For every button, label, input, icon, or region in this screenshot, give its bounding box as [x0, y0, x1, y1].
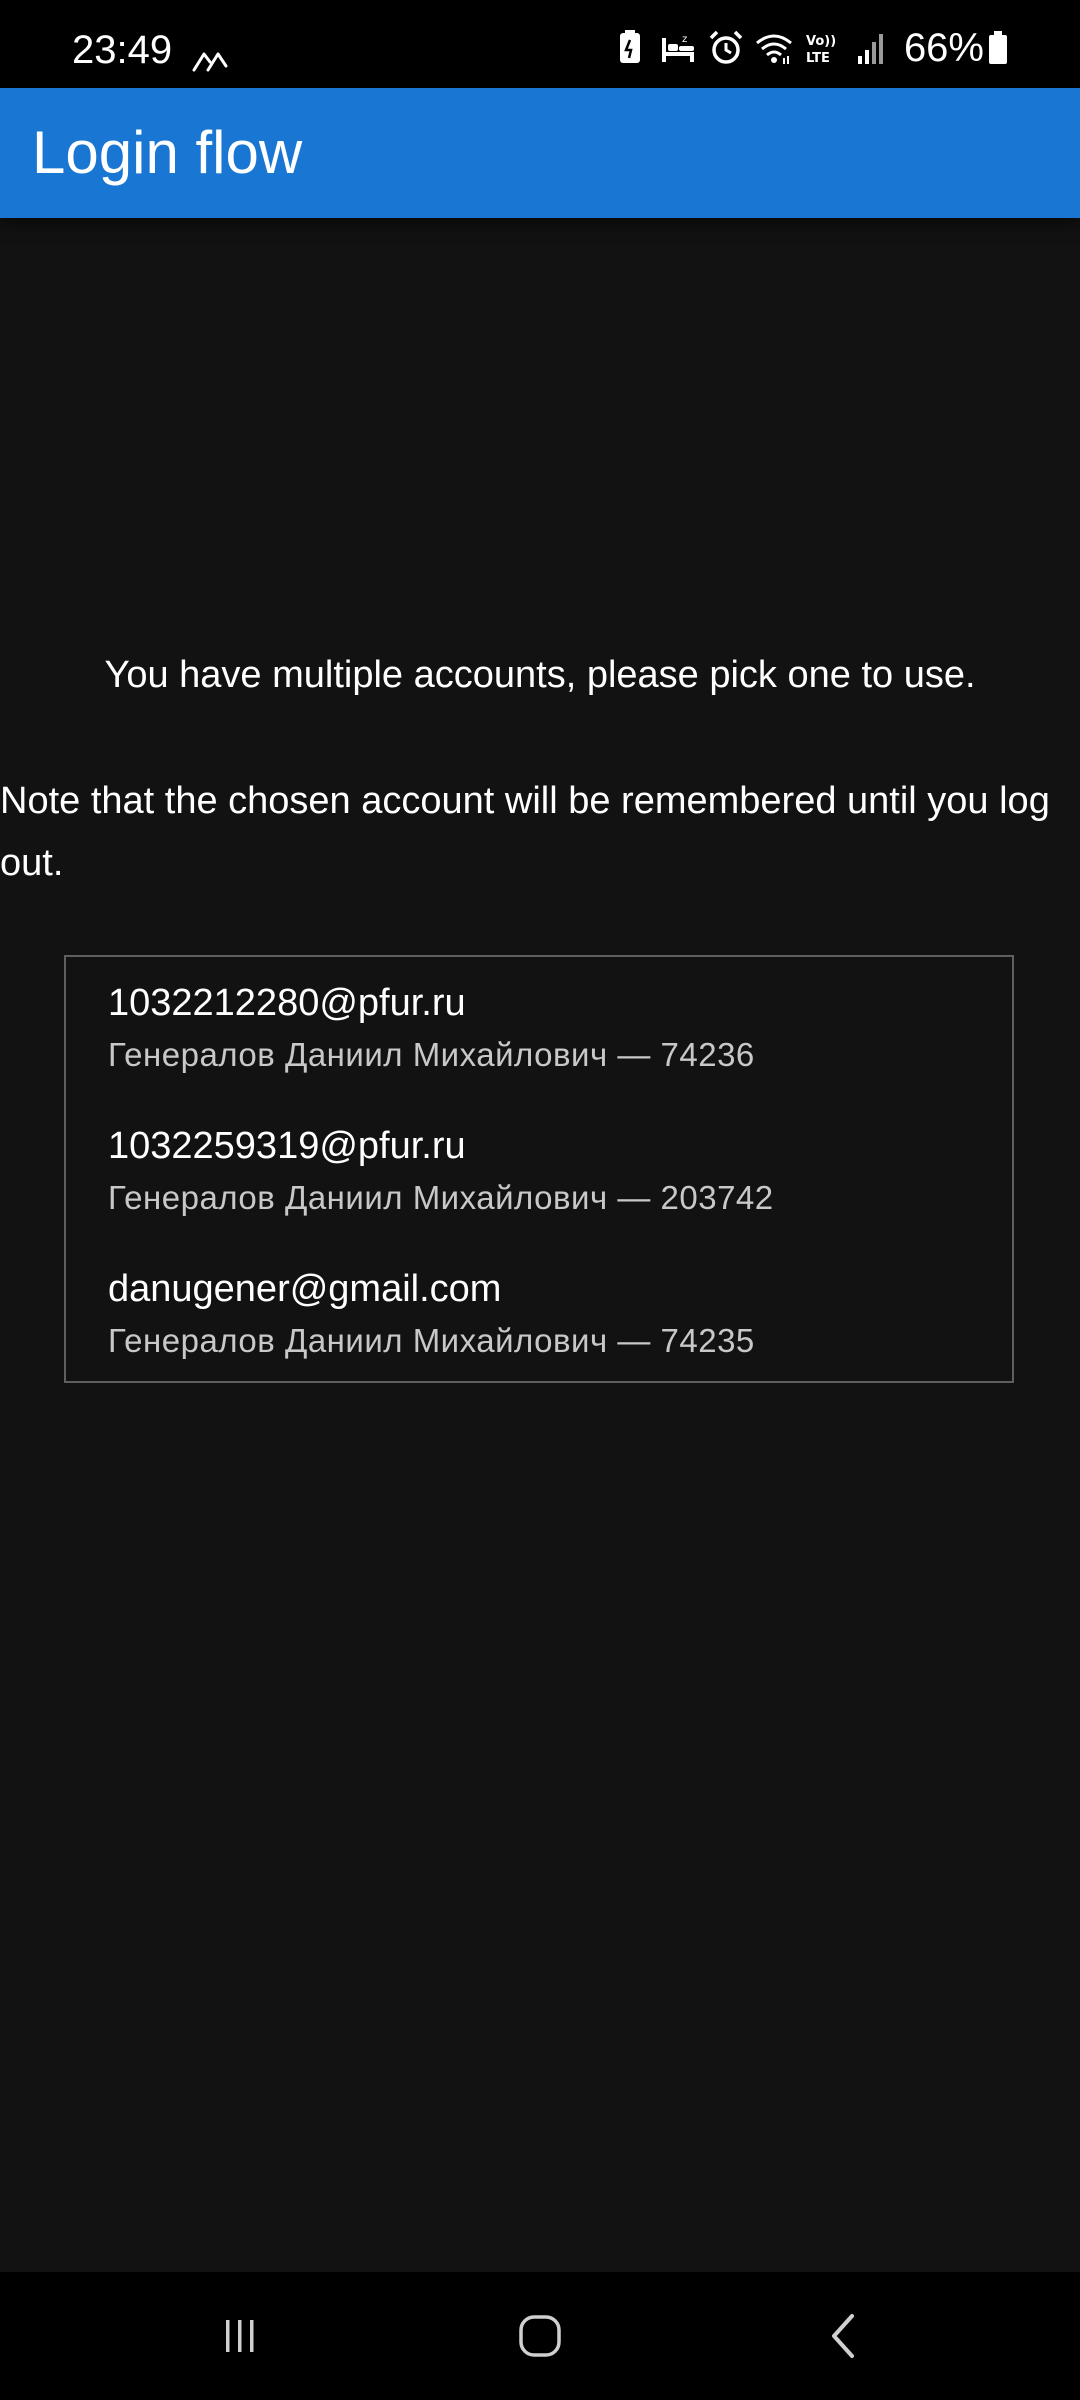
account-item-3[interactable]: danugener@gmail.com Генералов Даниил Мих… — [108, 1265, 968, 1363]
home-icon — [519, 2315, 561, 2357]
status-time: 23:49 — [72, 28, 173, 72]
sleep-mode-icon: z — [661, 34, 694, 62]
account-email: 1032212280@pfur.ru — [108, 982, 466, 1024]
wifi-icon — [755, 34, 792, 64]
account-detail: Генералов Даниил Михайлович — 74235 — [108, 1322, 755, 1359]
status-bar: 23:49 z Vo)) LTE 66% — [0, 0, 1080, 88]
battery-icon — [989, 31, 1007, 64]
battery-percent: 66% — [903, 26, 984, 70]
account-list: 1032212280@pfur.ru Генералов Даниил Миха… — [64, 955, 1014, 1383]
alarm-icon — [709, 30, 743, 64]
account-prompt: You have multiple accounts, please pick … — [104, 654, 976, 696]
account-item-2[interactable]: 1032259319@pfur.ru Генералов Даниил Миха… — [108, 1122, 968, 1220]
app-title: Login flow — [32, 119, 303, 186]
signal-arc-icon — [192, 52, 228, 72]
battery-saver-icon — [619, 30, 640, 63]
recent-apps-button[interactable] — [200, 2302, 280, 2370]
cell-signal-icon — [857, 34, 883, 64]
status-icons: z Vo)) LTE 66% — [602, 26, 1008, 70]
svg-text:Vo)): Vo)) — [806, 34, 836, 49]
account-email: danugener@gmail.com — [108, 1268, 502, 1310]
account-email: 1032259319@pfur.ru — [108, 1125, 466, 1167]
home-button[interactable] — [500, 2302, 580, 2370]
account-detail: Генералов Даниил Михайлович — 203742 — [108, 1179, 774, 1216]
app-bar: Login flow — [0, 88, 1080, 218]
navigation-bar — [0, 2272, 1080, 2400]
remember-note: Note that the chosen account will be rem… — [0, 780, 1050, 884]
back-button[interactable] — [804, 2302, 884, 2370]
account-item-1[interactable]: 1032212280@pfur.ru Генералов Даниил Миха… — [108, 979, 968, 1077]
svg-text:z: z — [682, 34, 687, 45]
svg-text:LTE: LTE — [806, 51, 830, 66]
volte-icon: Vo)) LTE — [806, 34, 836, 66]
account-detail: Генералов Даниил Михайлович — 74236 — [108, 1036, 755, 1073]
back-icon — [832, 2314, 854, 2358]
recent-apps-icon — [226, 2320, 254, 2352]
